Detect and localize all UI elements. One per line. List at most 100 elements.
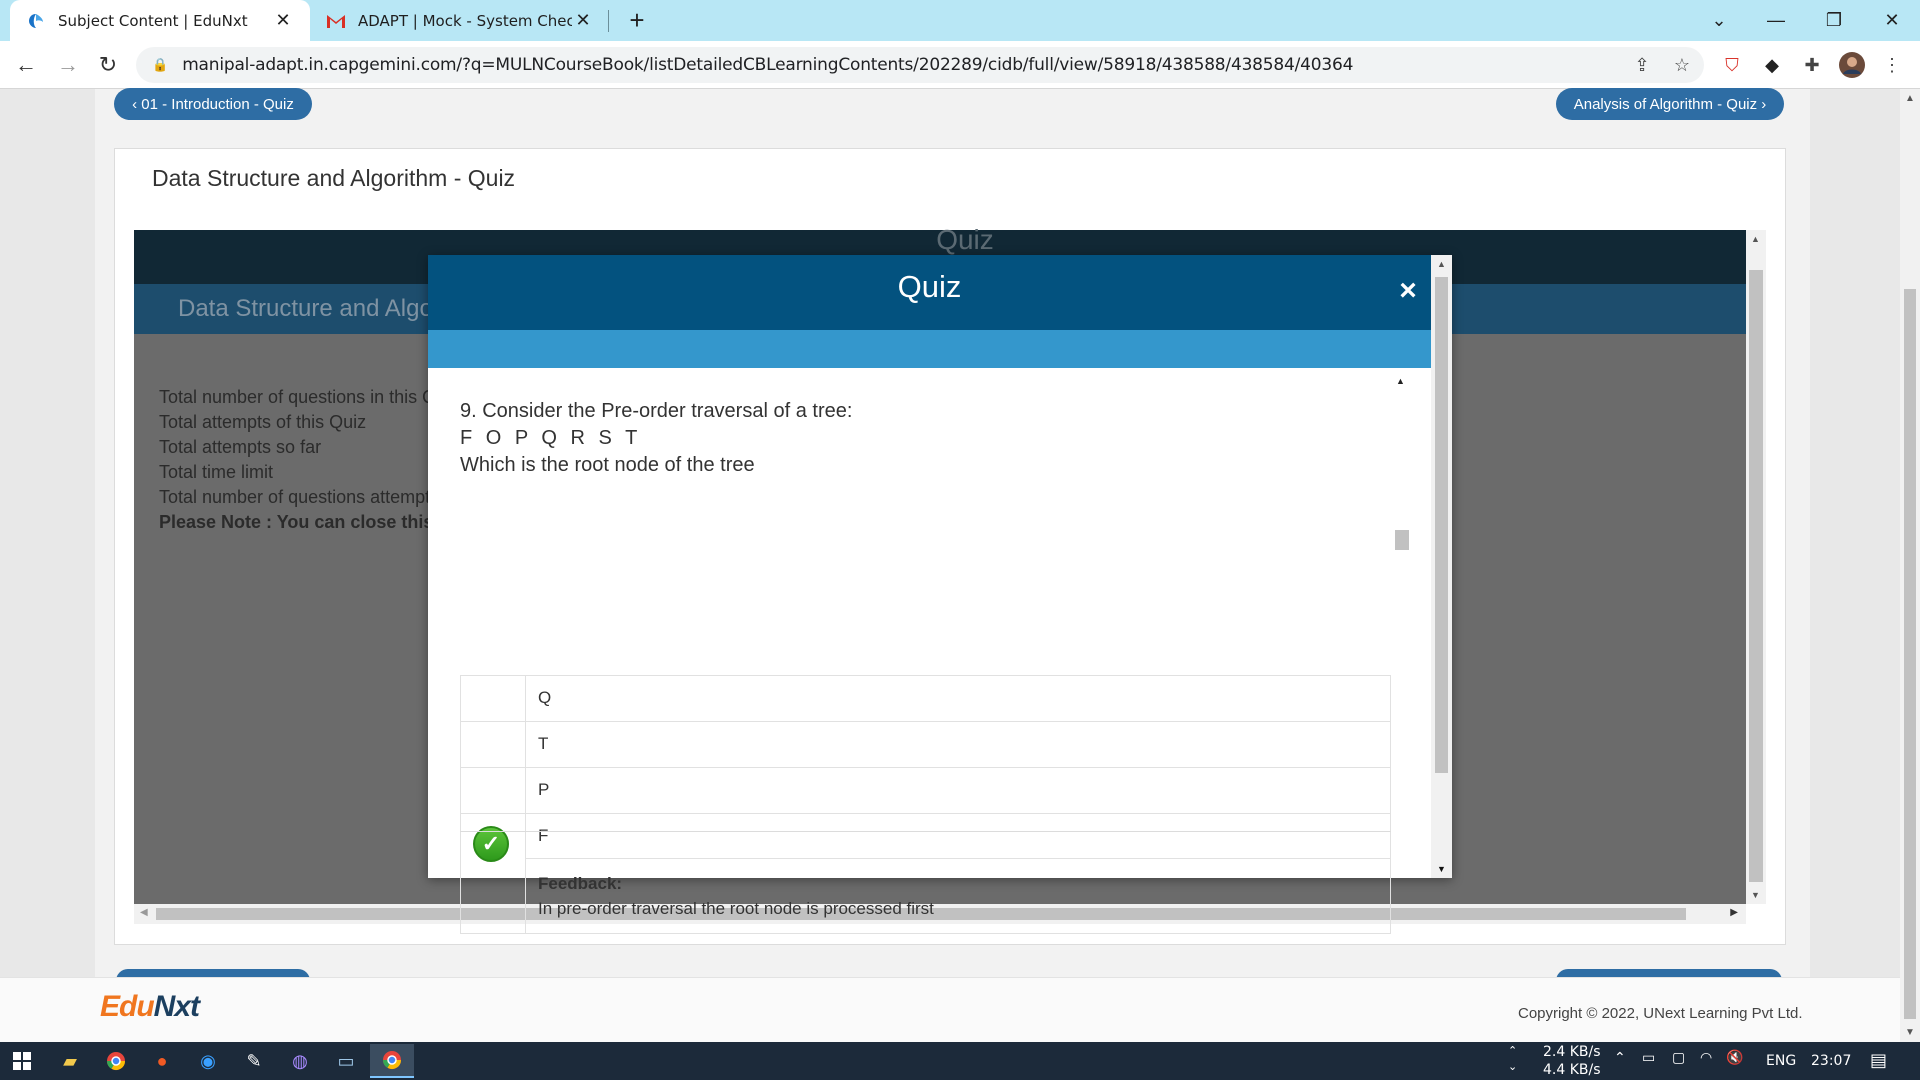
prev-quiz-button[interactable]: ‹ 01 - Introduction - Quiz [114,88,312,120]
option-row[interactable]: P [461,767,1390,813]
option-label: T [538,734,549,753]
scroll-left-icon[interactable]: ◀ [140,907,148,918]
show-hidden-icons-icon[interactable]: ⌃ [1614,1050,1626,1066]
tab-subject-content[interactable]: Subject Content | EduNxt ✕ [10,0,310,41]
net-download-speed: 4.4 KB/s [1543,1062,1601,1078]
new-tab-icon[interactable]: + [622,5,652,35]
windows-start-icon[interactable] [0,1044,44,1078]
quiz-frame-subtitle: Data Structure and Algorithm - Quiz [178,295,430,322]
scroll-down-icon[interactable]: ▼ [1437,864,1446,874]
scroll-up-icon[interactable]: ▲ [1751,234,1760,244]
windows-taskbar: ▰ ● ◉ ✎ ◍ ▭ ⌃ ⌄ 2.4 KB/s 4.4 KB/s ⌃ ▭ ▢ … [0,1042,1920,1080]
frame-vertical-scrollbar[interactable]: ▲ ▼ [1746,230,1766,904]
page-title: Data Structure and Algorithm - Quiz [152,165,516,191]
info-line: Total number of questions in this Quiz [159,387,429,407]
address-bar[interactable]: 🔒 manipal-adapt.in.capgemini.com/?q=MULN… [136,47,1704,83]
restore-icon[interactable]: ❐ [1810,0,1858,41]
close-tab-icon[interactable]: ✕ [572,10,594,31]
battery-icon[interactable]: ▭ [1642,1050,1655,1066]
tab-adapt-mock[interactable]: ADAPT | Mock - System Check As ✕ [312,0,608,41]
tab-title: Subject Content | EduNxt [58,11,248,30]
browser-menu-icon[interactable]: ⋮ [1876,49,1908,81]
tab-search-icon[interactable]: ⌄ [1695,0,1743,41]
scroll-down-icon[interactable]: ▼ [1905,1027,1915,1038]
chrome-active-icon[interactable] [370,1044,414,1078]
lock-icon: 🔒 [152,57,169,72]
tab-strip: Subject Content | EduNxt ✕ ADAPT | Mock … [0,0,1920,41]
chrome-icon[interactable] [94,1044,138,1078]
notes-icon[interactable]: ▢ [1672,1050,1685,1066]
question-sequence: F O P Q R S T [460,427,642,449]
page-gutter-right [1810,89,1900,977]
modal-outer-scrollbar[interactable]: ▲ ▼ [1431,255,1452,878]
scroll-down-icon[interactable]: ▼ [1751,890,1760,900]
scrollbar-thumb[interactable] [1435,277,1448,773]
browser-toolbar: ← → ↻ 🔒 manipal-adapt.in.capgemini.com/?… [0,41,1920,89]
scroll-up-icon[interactable]: ▲ [1396,376,1405,386]
copyright-text: Copyright © 2022, UNext Learning Pvt Ltd… [1518,1005,1803,1022]
quiz-info: Total number of questions in this Quiz T… [159,385,429,535]
edunxt-logo: EduNxt [100,990,200,1024]
quiz-modal: Quiz × 9. Consider the Pre-order travers… [428,255,1452,934]
forward-icon[interactable]: → [52,49,84,81]
scroll-up-icon[interactable]: ▲ [1905,93,1915,104]
option-label: F [526,814,1390,859]
feedback-block: Feedback: In pre-order traversal the roo… [526,859,1390,933]
question-line: Which is the root node of the tree [460,454,755,476]
file-explorer-icon[interactable]: ▰ [48,1044,92,1078]
tab-separator [608,10,609,32]
extension-shield-icon[interactable]: ⛉ [1716,49,1748,81]
app-orange-icon[interactable]: ● [140,1044,184,1078]
logo-edu: Edu [100,990,155,1023]
option-label: P [538,780,550,799]
url-text: manipal-adapt.in.capgemini.com/?q=MULNCo… [182,55,1354,75]
close-icon[interactable]: × [1392,271,1424,311]
net-upload-speed: 2.4 KB/s [1543,1044,1601,1060]
wifi-icon[interactable]: ◠ [1700,1050,1712,1066]
back-icon[interactable]: ← [10,49,42,81]
share-icon[interactable]: ⇪ [1626,49,1658,81]
logo-nxt: Nxt [153,990,200,1023]
scrollbar-thumb[interactable] [1395,530,1409,550]
edunxt-favicon-icon [26,11,46,31]
extension-cat-icon[interactable]: ◆ [1756,49,1788,81]
reload-icon[interactable]: ↻ [92,49,124,81]
scrollbar-thumb[interactable] [1749,270,1763,882]
extensions-puzzle-icon[interactable]: ✚ [1796,49,1828,81]
scrollbar-thumb[interactable] [1904,289,1916,1019]
language-indicator[interactable]: ENG [1766,1053,1796,1069]
modal-title: Quiz [897,269,962,304]
divider [460,831,1391,832]
tab-title: ADAPT | Mock - System Check As [358,11,572,30]
modal-subheader [428,330,1431,368]
quiz-frame-title: Quiz [936,224,994,255]
clock[interactable]: 23:07 [1811,1053,1851,1069]
close-window-icon[interactable]: ✕ [1868,0,1916,41]
app-photo-icon[interactable]: ▭ [324,1044,368,1078]
answer-options: Q T P ✓ F Feedback: In pre-order travers… [460,675,1391,934]
option-marker [461,676,526,721]
option-row[interactable]: T [461,721,1390,767]
close-tab-icon[interactable]: ✕ [272,10,294,31]
feedback-text: In pre-order traversal the root node is … [538,899,934,918]
scroll-up-icon[interactable]: ▲ [1437,259,1446,269]
bookmark-star-icon[interactable]: ☆ [1666,49,1698,81]
modal-inner-scrollbar[interactable]: ▲ [1391,368,1411,878]
question-line: 9. Consider the Pre-order traversal of a… [460,400,853,422]
net-arrow-up-icon: ⌃ [1508,1044,1518,1057]
app-pen-icon[interactable]: ✎ [232,1044,276,1078]
option-label: Q [538,688,552,707]
page-gutter-left [0,89,95,977]
scroll-right-icon[interactable]: ▶ [1730,907,1738,918]
profile-avatar[interactable] [1836,49,1868,81]
notifications-icon[interactable]: ▤ [1870,1050,1887,1071]
app-blue-icon[interactable]: ◉ [186,1044,230,1078]
app-globe-icon[interactable]: ◍ [278,1044,322,1078]
volume-muted-icon[interactable]: 🔇 [1726,1050,1743,1066]
minimize-icon[interactable]: — [1752,0,1800,41]
option-row[interactable]: Q [461,676,1390,721]
info-line: Total attempts so far [159,437,322,457]
modal-body: 9. Consider the Pre-order traversal of a… [428,368,1431,934]
next-quiz-button[interactable]: Analysis of Algorithm - Quiz › [1556,88,1784,120]
modal-header: Quiz × [428,255,1431,330]
